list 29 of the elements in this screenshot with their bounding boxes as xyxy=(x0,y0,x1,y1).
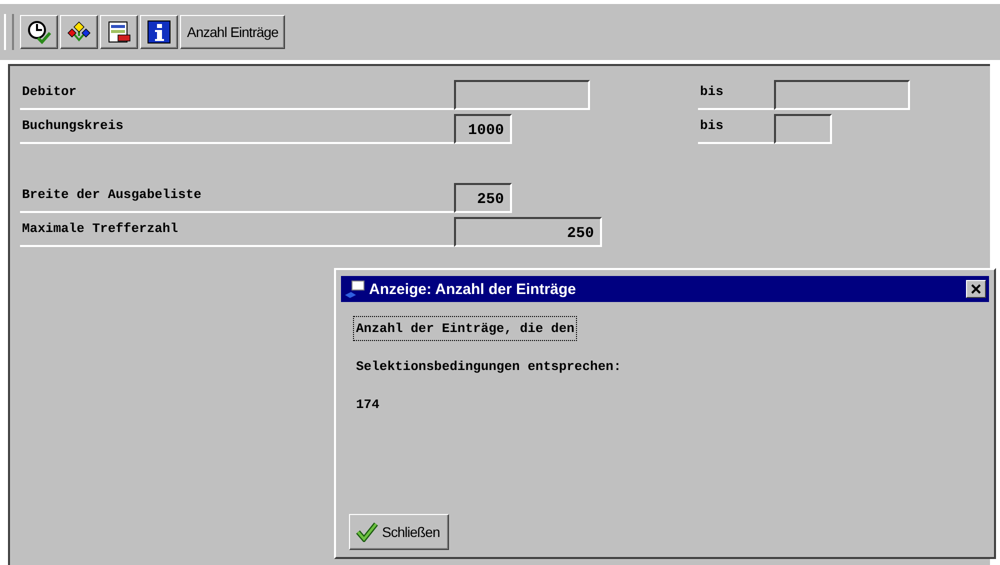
clock-check-icon xyxy=(27,20,51,44)
input-field[interactable] xyxy=(454,80,590,110)
toolbar-grip[interactable] xyxy=(4,14,14,50)
field-label: Buchungskreis xyxy=(20,118,454,144)
close-dialog-button[interactable]: Schließen xyxy=(349,514,449,550)
input-field[interactable]: 250 xyxy=(454,183,512,213)
window-icon xyxy=(344,279,366,299)
field-label: Debitor xyxy=(20,84,454,110)
field-label: Breite der Ausgabeliste xyxy=(20,187,454,213)
message-text: 174 xyxy=(355,396,380,414)
colored-nodes-icon xyxy=(67,20,91,44)
clock-button[interactable] xyxy=(20,15,58,49)
dialog-title: Anzeige: Anzahl der Einträge xyxy=(369,280,577,298)
input-field[interactable]: 1000 xyxy=(454,114,512,144)
checkmark-icon xyxy=(356,522,378,542)
close-button[interactable] xyxy=(966,280,986,298)
form-layout-icon xyxy=(107,20,131,44)
close-icon xyxy=(970,283,982,295)
input-field[interactable]: 250 xyxy=(454,217,602,247)
layout-button[interactable] xyxy=(100,15,138,49)
info-button[interactable] xyxy=(140,15,178,49)
message-text: Anzahl der Einträge, die den xyxy=(353,316,578,341)
entry-count-button[interactable]: Anzahl Einträge xyxy=(180,15,286,49)
field-label: Maximale Trefferzahl xyxy=(20,221,454,247)
input-field[interactable] xyxy=(774,114,832,144)
info-icon xyxy=(147,20,171,44)
input-field[interactable] xyxy=(774,80,910,110)
message-text: Selektionsbedingungen entsprechen: xyxy=(355,358,622,376)
hierarchy-button[interactable] xyxy=(60,15,98,49)
